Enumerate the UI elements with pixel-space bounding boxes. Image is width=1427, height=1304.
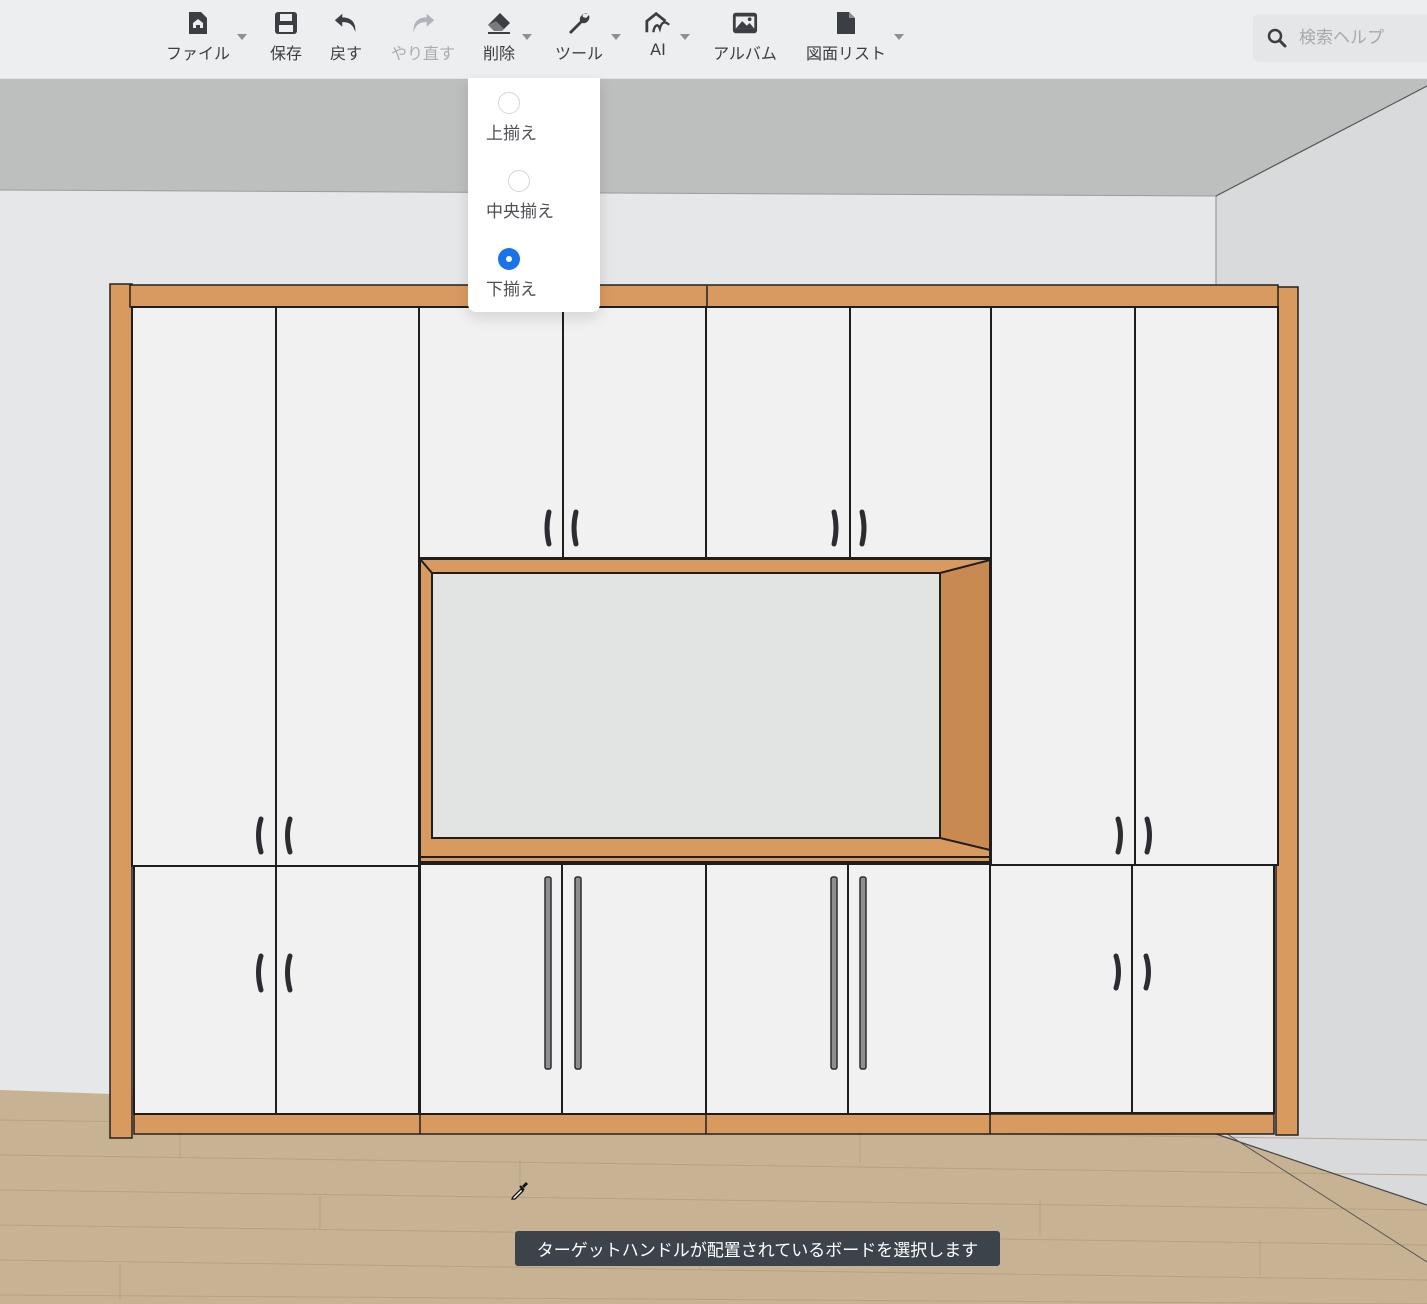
drawing-list-caret-icon[interactable] [894, 34, 904, 40]
align-top-label: 上揃え [486, 124, 537, 144]
lower-middle-doors [419, 863, 991, 1115]
drawing-list-button[interactable]: 図面リスト [804, 10, 888, 70]
cabinet-3d-viewport[interactable] [0, 0, 1427, 1304]
album-label: アルバム [713, 44, 777, 63]
redo-icon [410, 10, 436, 36]
help-search-input[interactable] [1297, 27, 1421, 49]
align-top-option[interactable]: 上揃え [486, 92, 537, 144]
file-caret-icon[interactable] [237, 34, 247, 40]
tooltip-text: ターゲットハンドルが配置されているボードを選択します [536, 1241, 979, 1261]
save-icon [273, 10, 299, 36]
ai-house-icon [645, 10, 671, 36]
file-menu-button[interactable]: ファイル [164, 10, 232, 70]
album-button[interactable]: アルバム [711, 10, 779, 70]
redo-button[interactable]: やり直す [388, 10, 458, 70]
right-tall-doors [989, 306, 1279, 1114]
help-search-box[interactable] [1253, 14, 1427, 62]
upper-middle-doors [418, 306, 992, 559]
delete-label: 削除 [482, 44, 515, 63]
search-icon [1267, 28, 1287, 48]
align-bottom-option[interactable]: 下揃え [486, 248, 537, 300]
wrench-icon [566, 10, 592, 36]
save-button[interactable]: 保存 [268, 10, 304, 70]
align-center-radio[interactable] [508, 170, 530, 192]
drawing-list-label: 図面リスト [805, 44, 886, 63]
tools-menu-button[interactable]: ツール [553, 10, 605, 70]
align-bottom-label: 下揃え [486, 280, 537, 300]
ai-menu-button[interactable]: AI [642, 10, 674, 70]
align-top-radio[interactable] [498, 92, 520, 114]
delete-caret-icon[interactable] [522, 34, 532, 40]
save-label: 保存 [269, 44, 302, 63]
delete-menu-button[interactable]: 削除 [481, 10, 517, 70]
ai-caret-icon[interactable] [680, 34, 690, 40]
redo-label: やり直す [390, 44, 455, 63]
align-bottom-radio[interactable] [498, 248, 520, 270]
tv-niche [419, 558, 991, 863]
undo-label: 戻す [329, 44, 362, 63]
file-menu-label: ファイル [165, 44, 230, 63]
left-tall-doors [131, 306, 420, 1115]
status-tooltip: ターゲットハンドルが配置されているボードを選択します [515, 1231, 1000, 1266]
eraser-icon [486, 10, 512, 36]
tools-label: ツール [554, 44, 603, 63]
tools-caret-icon[interactable] [611, 34, 621, 40]
align-center-label: 中央揃え [486, 202, 554, 222]
eyedropper-cursor-icon [510, 1182, 528, 1200]
document-icon [833, 10, 859, 36]
align-dropdown-menu: 上揃え 中央揃え 下揃え [468, 78, 600, 312]
undo-button[interactable]: 戻す [328, 10, 364, 70]
file-home-icon [185, 10, 211, 36]
undo-icon [333, 10, 359, 36]
album-image-icon [732, 10, 758, 36]
ceiling [0, 78, 1427, 196]
align-center-option[interactable]: 中央揃え [486, 170, 554, 222]
main-toolbar: ファイル 保存 戻す やり直す 削除 ツール AI アルバム 図面リスト 検索ヘ… [0, 0, 1427, 79]
ai-label: AI [650, 40, 666, 59]
